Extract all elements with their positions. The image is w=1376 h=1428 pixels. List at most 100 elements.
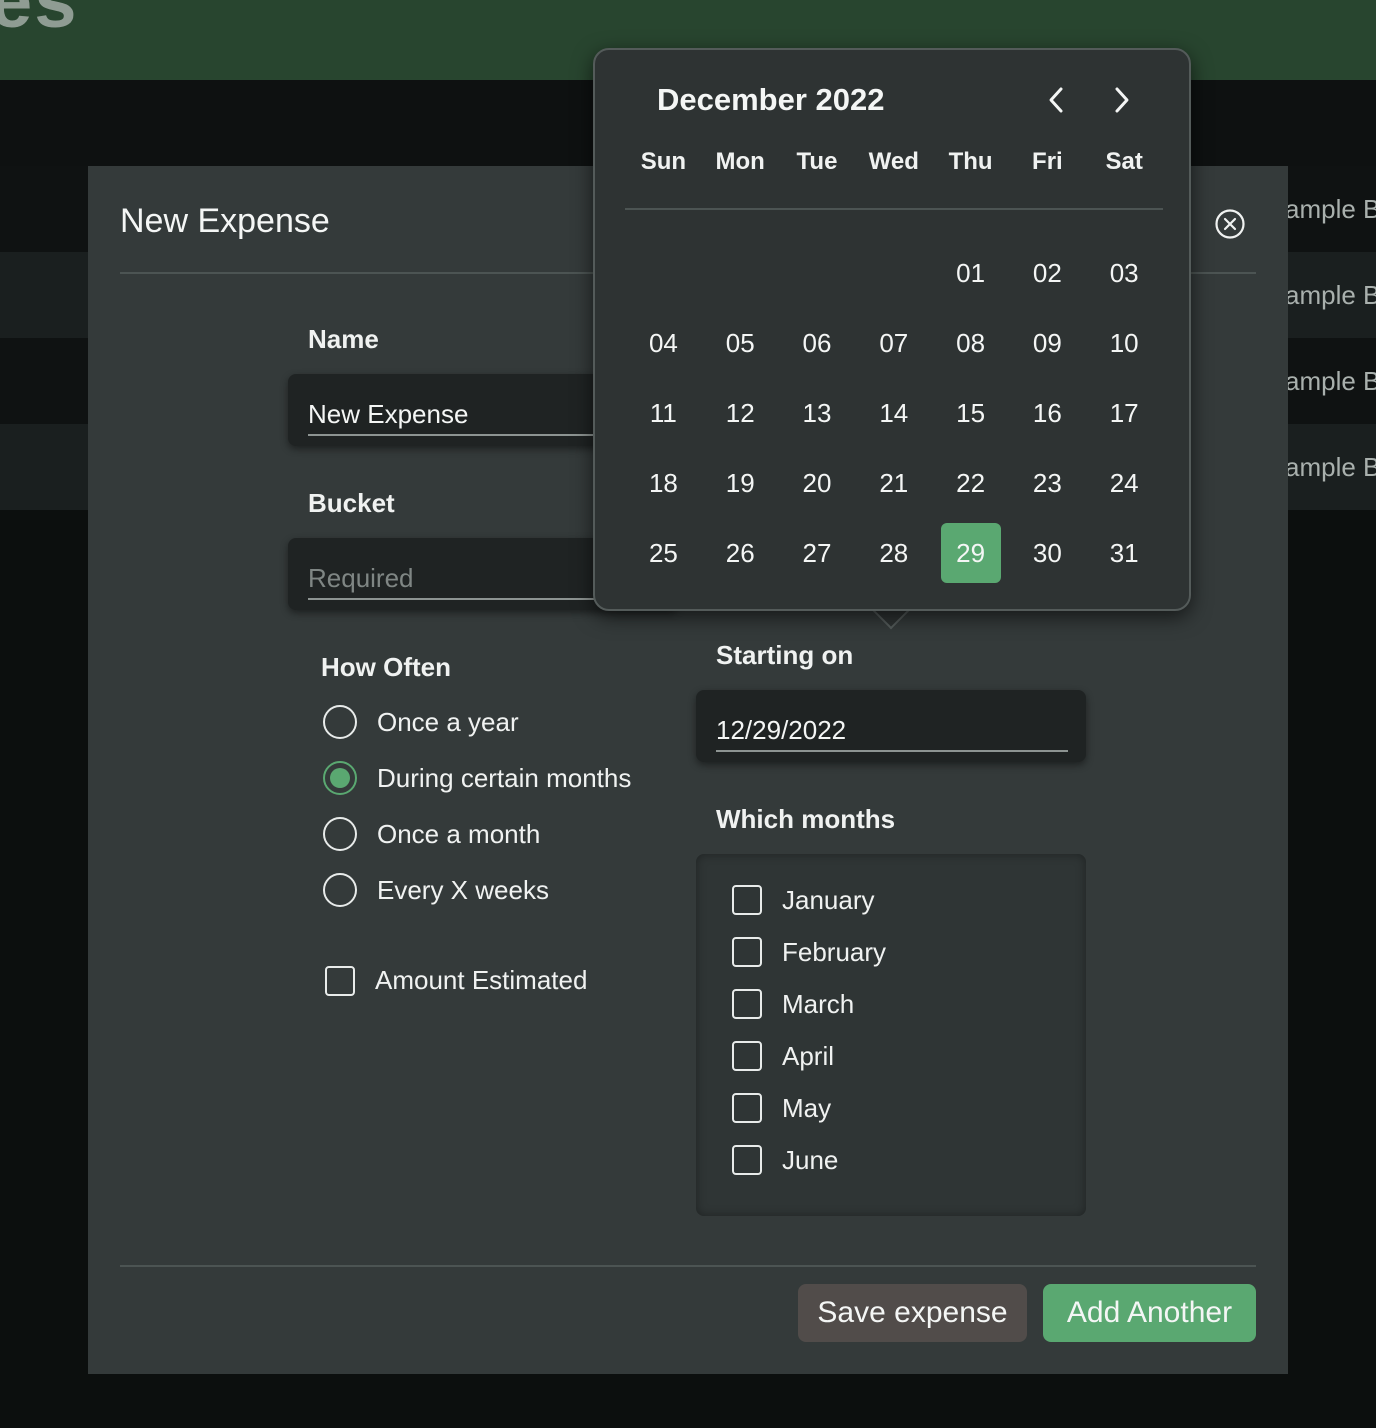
- calendar-day[interactable]: 28: [855, 518, 932, 588]
- weekday-label: Mon: [715, 148, 765, 175]
- starting-on-input[interactable]: [716, 710, 1068, 752]
- calendar-day-number: 28: [879, 537, 909, 568]
- radio-during-certain-months[interactable]: During certain months: [323, 750, 631, 806]
- weekday-label: Sat: [1105, 148, 1143, 175]
- radio-button-checked[interactable]: [323, 761, 357, 795]
- calendar-day[interactable]: 17: [1086, 378, 1163, 448]
- month-checkbox-april[interactable]: April: [732, 1030, 886, 1082]
- calendar-week: 04 05 06 07 08 09 10: [625, 308, 1163, 378]
- calendar-day-number: 10: [1109, 327, 1139, 358]
- month-checkbox-march[interactable]: March: [732, 978, 886, 1030]
- calendar-day[interactable]: 31: [1086, 518, 1163, 588]
- calendar-day-number: 08: [956, 327, 986, 358]
- calendar-day[interactable]: 18: [625, 448, 702, 518]
- calendar-day-number: 20: [802, 467, 832, 498]
- weekday-label: Fri: [1032, 148, 1063, 175]
- months-list[interactable]: January February March April May June: [696, 854, 1086, 1216]
- calendar-day[interactable]: 06: [779, 308, 856, 378]
- calendar-day-selected[interactable]: 29: [932, 518, 1009, 588]
- calendar-week: 25 26 27 28 29 30 31: [625, 518, 1163, 588]
- save-expense-button[interactable]: Save expense: [798, 1284, 1027, 1342]
- calendar-day-number: 15: [956, 397, 986, 428]
- modal-title: New Expense: [120, 202, 330, 240]
- calendar-day[interactable]: 10: [1086, 308, 1163, 378]
- calendar-day[interactable]: 16: [1009, 378, 1086, 448]
- calendar-day-number: 02: [1032, 257, 1062, 288]
- calendar-day-number: 25: [648, 537, 678, 568]
- calendar-day[interactable]: 25: [625, 518, 702, 588]
- calendar-day-number: 19: [725, 467, 755, 498]
- radio-once-a-month[interactable]: Once a month: [323, 806, 631, 862]
- calendar-day[interactable]: 20: [779, 448, 856, 518]
- calendar-day[interactable]: 05: [702, 308, 779, 378]
- calendar-day[interactable]: 03: [1086, 238, 1163, 308]
- calendar-day-number: 30: [1032, 537, 1062, 568]
- calendar-day[interactable]: 08: [932, 308, 1009, 378]
- calendar-day[interactable]: 21: [855, 448, 932, 518]
- calendar-day[interactable]: 11: [625, 378, 702, 448]
- radio-button[interactable]: [323, 817, 357, 851]
- calendar-day[interactable]: 26: [702, 518, 779, 588]
- add-another-button[interactable]: Add Another: [1043, 1284, 1256, 1342]
- calendar-day-number: 05: [725, 327, 755, 358]
- calendar-day[interactable]: 07: [855, 308, 932, 378]
- weekday-divider: [625, 208, 1163, 210]
- calendar-week: 01 02 03: [625, 238, 1163, 308]
- amount-estimated-checkbox[interactable]: Amount Estimated: [325, 965, 587, 996]
- calendar-day-number: 17: [1109, 397, 1139, 428]
- month-checkbox-may[interactable]: May: [732, 1082, 886, 1134]
- calendar-day-number: 31: [1109, 537, 1139, 568]
- calendar-day-number: 27: [802, 537, 832, 568]
- calendar-day[interactable]: 23: [1009, 448, 1086, 518]
- calendar-empty-cell: [855, 238, 932, 308]
- checkbox[interactable]: [732, 989, 762, 1019]
- radio-button[interactable]: [323, 873, 357, 907]
- weekday-header: Sun Mon Tue Wed Thu Fri Sat: [625, 148, 1163, 176]
- calendar-day[interactable]: 30: [1009, 518, 1086, 588]
- starting-on-field: [696, 690, 1086, 762]
- previous-month-button[interactable]: [1037, 80, 1077, 120]
- calendar-day-number: 03: [1109, 257, 1139, 288]
- calendar-day-number: 26: [725, 537, 755, 568]
- starting-on-label: Starting on: [716, 640, 854, 670]
- checkbox[interactable]: [732, 885, 762, 915]
- calendar-day[interactable]: 13: [779, 378, 856, 448]
- month-checkbox-february[interactable]: February: [732, 926, 886, 978]
- next-month-button[interactable]: [1101, 80, 1141, 120]
- radio-once-a-year[interactable]: Once a year: [323, 694, 631, 750]
- date-picker-popover: December 2022 Sun Mon Tue Wed Thu Fri Sat 01 02…: [593, 48, 1191, 611]
- checkbox[interactable]: [325, 965, 355, 996]
- calendar-day[interactable]: 27: [779, 518, 856, 588]
- checkbox[interactable]: [732, 1041, 762, 1071]
- calendar-day[interactable]: 04: [625, 308, 702, 378]
- close-button[interactable]: [1214, 208, 1246, 240]
- how-often-label: How Often: [321, 652, 451, 682]
- checkbox[interactable]: [732, 1145, 762, 1175]
- which-months-label: Which months: [716, 804, 896, 834]
- radio-every-x-weeks[interactable]: Every X weeks: [323, 862, 631, 918]
- calendar-day-number: 09: [1032, 327, 1062, 358]
- calendar-day-number: 13: [802, 397, 832, 428]
- month-checkbox-january[interactable]: January: [732, 874, 886, 926]
- weekday-label: Wed: [868, 148, 919, 175]
- calendar-day[interactable]: 14: [855, 378, 932, 448]
- calendar-day-number: 21: [879, 467, 909, 498]
- month-checkbox-june[interactable]: June: [732, 1134, 886, 1186]
- calendar-day[interactable]: 01: [932, 238, 1009, 308]
- checkbox[interactable]: [732, 937, 762, 967]
- calendar-day[interactable]: 12: [702, 378, 779, 448]
- calendar-day-number: 24: [1109, 467, 1139, 498]
- radio-button[interactable]: [323, 705, 357, 739]
- calendar-day[interactable]: 22: [932, 448, 1009, 518]
- calendar-week: 11 12 13 14 15 16 17: [625, 378, 1163, 448]
- calendar-day[interactable]: 19: [702, 448, 779, 518]
- calendar-day[interactable]: 15: [932, 378, 1009, 448]
- calendar-day-number: 29: [940, 523, 1001, 583]
- name-label: Name: [308, 324, 379, 354]
- circle-x-icon: [1215, 209, 1245, 239]
- calendar-empty-cell: [702, 238, 779, 308]
- calendar-day[interactable]: 02: [1009, 238, 1086, 308]
- calendar-day[interactable]: 24: [1086, 448, 1163, 518]
- calendar-day[interactable]: 09: [1009, 308, 1086, 378]
- checkbox[interactable]: [732, 1093, 762, 1123]
